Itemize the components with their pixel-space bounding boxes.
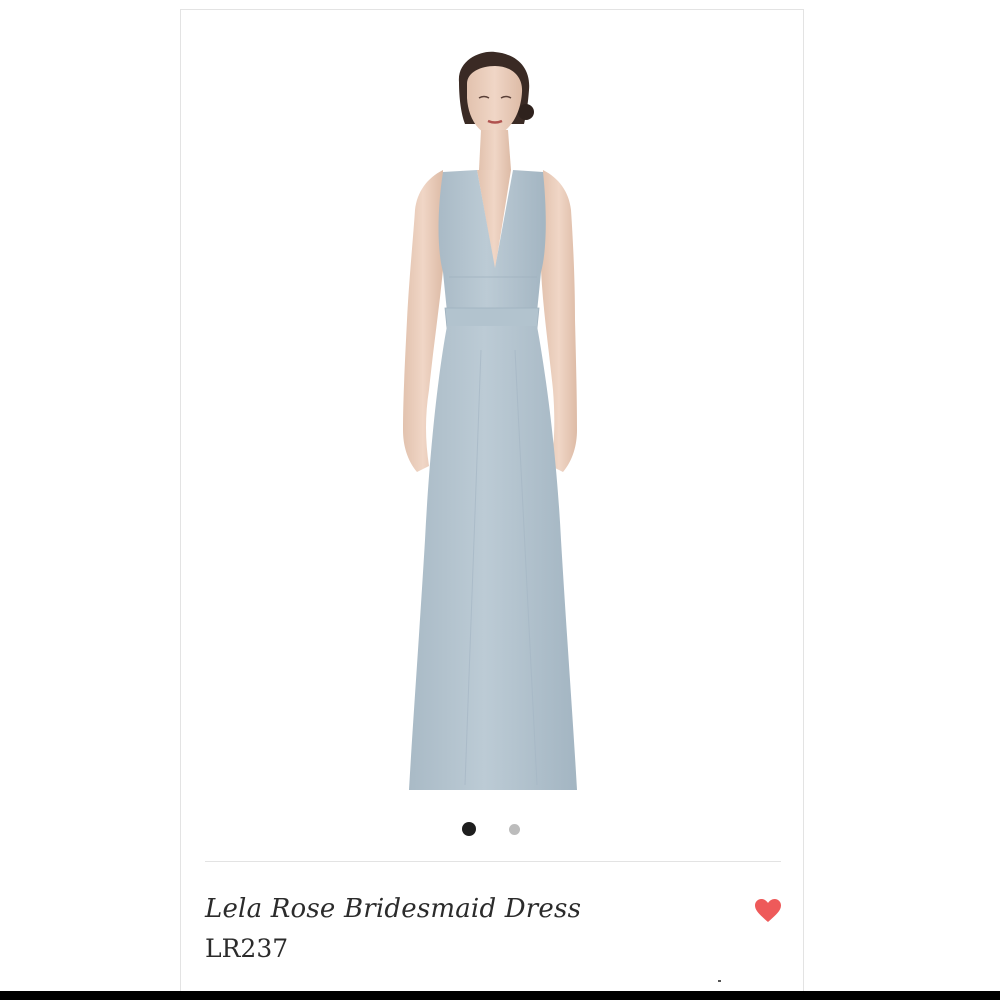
product-title: Lela Rose Bridesmaid Dress <box>205 894 582 924</box>
heart-icon <box>755 899 781 922</box>
product-sku: LR237 <box>205 934 289 963</box>
product-image[interactable] <box>181 20 805 810</box>
gallery-pagination <box>181 822 805 842</box>
product-card: Lela Rose Bridesmaid Dress LR237 <box>180 9 804 1000</box>
pagination-dot-active[interactable] <box>462 822 476 836</box>
favorite-button[interactable] <box>754 898 782 924</box>
scroll-hint <box>718 980 721 982</box>
bottom-bar <box>0 991 1000 1000</box>
screen: Lela Rose Bridesmaid Dress LR237 <box>0 0 1000 1000</box>
divider <box>205 861 781 862</box>
pagination-dot[interactable] <box>509 824 520 835</box>
model-illustration <box>403 51 577 790</box>
